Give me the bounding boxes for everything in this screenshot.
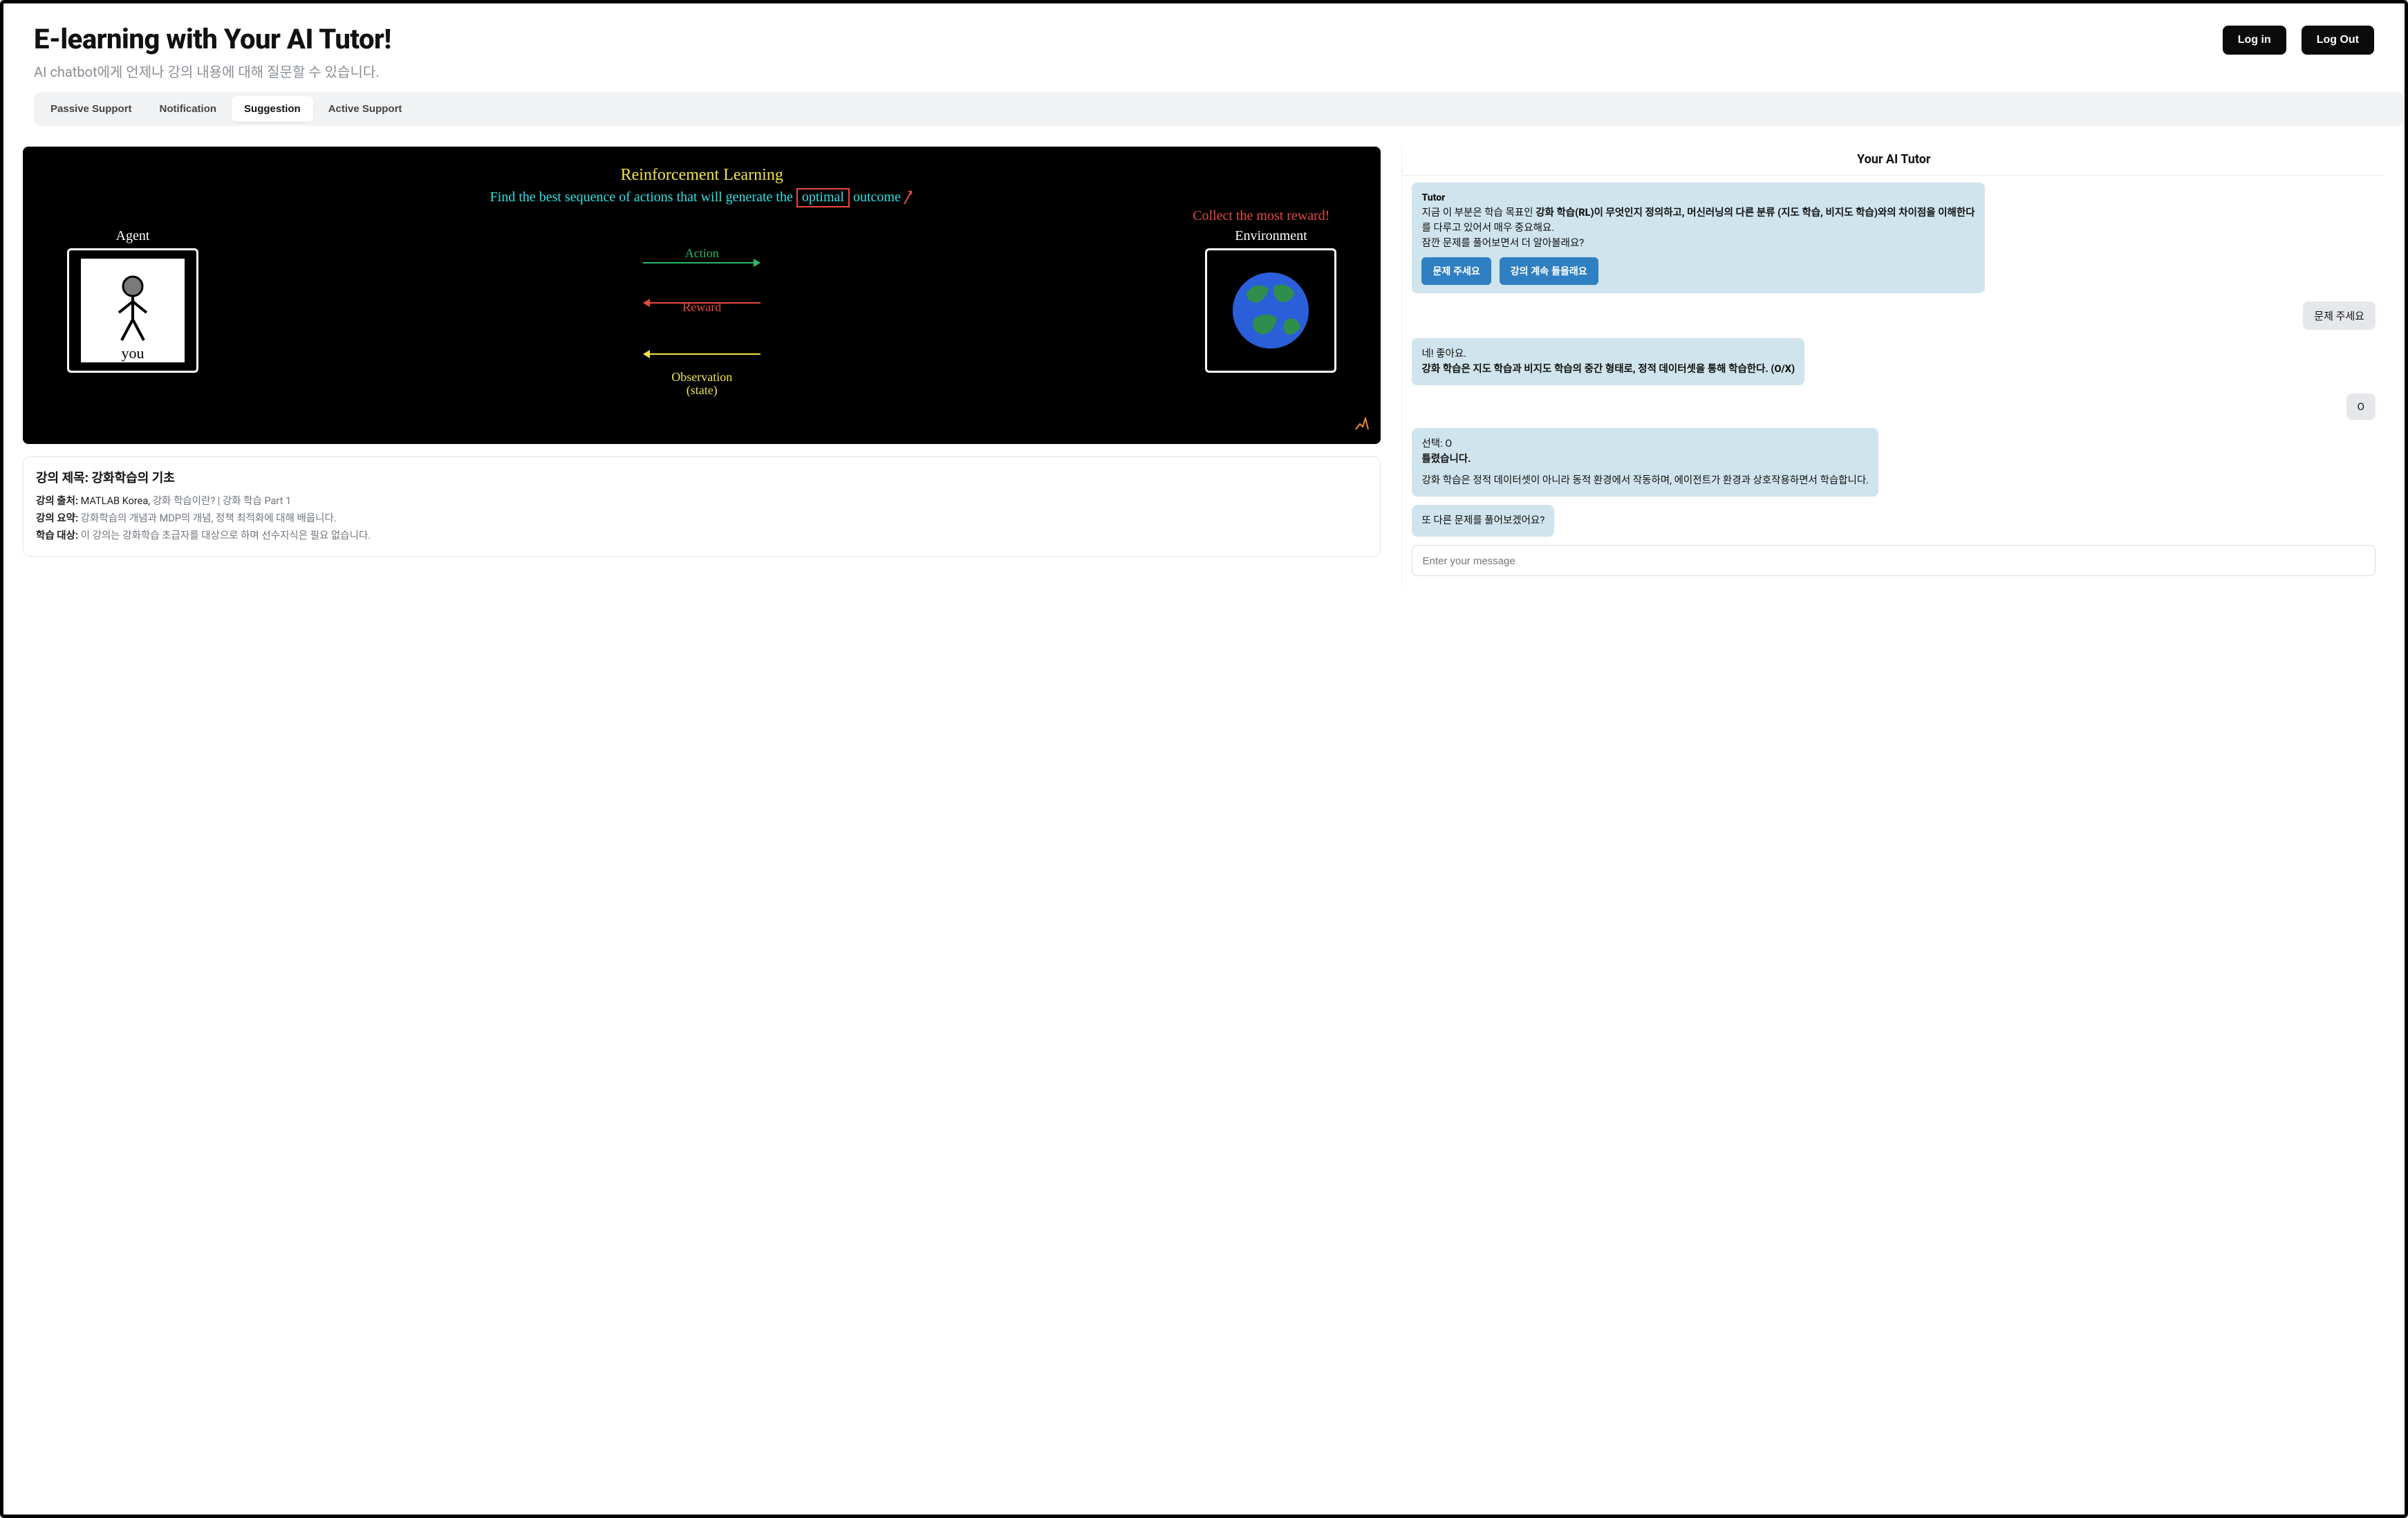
header: E-learning with Your AI Tutor! AI chatbo… [3,3,2405,81]
chat-text: 틀렸습니다. [1421,452,1869,467]
slide-main-prefix: Find the best sequence of actions that w… [490,189,796,205]
chat-message-tutor: 선택: O 틀렸습니다. 강화 학습은 정적 데이터셋이 아니라 동적 환경에서… [1412,428,1878,497]
chat-input[interactable] [1422,555,2365,567]
app-frame: E-learning with Your AI Tutor! AI chatbo… [0,0,2408,1518]
environment-label: Environment [1235,228,1307,244]
action-label: Action [685,246,719,261]
quick-reply-button[interactable]: 문제 주세요 [1421,257,1491,285]
slide-diagram: Agent yo [46,228,1357,373]
chat-text: 잠깐 문제를 풀어보면서 더 알아볼래요? [1421,236,1975,251]
tab-suggestion[interactable]: Suggestion [232,96,313,122]
slide-title: Reinforcement Learning [46,166,1357,185]
chat-text: 또 다른 문제를 풀어보겠어요? [1421,513,1544,528]
quick-replies: 문제 주세요 강의 계속 들을래요 [1421,257,1975,285]
quick-reply-button[interactable]: 강의 계속 들을래요 [1500,257,1598,285]
chat-sender: Tutor [1421,191,1975,205]
lecture-title: 강의 제목: 강화학습의 기초 [36,468,1368,486]
reward-label: Reward [682,300,721,315]
action-arrow: Action [643,248,760,278]
main-content: Reinforcement Learning Find the best seq… [3,126,2405,600]
diagram-arrows: Action Reward [643,248,760,372]
slide-main-boxed: optimal [796,188,850,207]
chat-message-user: 문제 주세요 [2303,302,2376,330]
lecture-source: 강의 출처: MATLAB Korea, 강화 학습이란? | 강화 학습 Pa… [36,493,1368,508]
matlab-logo-icon [1354,417,1370,436]
chat-message-tutor: Tutor 지금 이 부분은 학습 목표인 강화 학습(RL)이 무엇인지 정의… [1412,183,1984,293]
observation-label: Observation (state) [643,371,760,397]
environment-column: Environment [1205,228,1336,373]
chat-message-tutor: 네! 좋아요. 강화 학습은 지도 학습과 비지도 학습의 중간 형태로, 정적… [1412,338,1804,385]
lecture-column: Reinforcement Learning Find the best seq… [23,147,1381,586]
slide-red-note: Collect the most reward! [46,208,1357,224]
logout-button[interactable]: Log Out [2302,26,2374,55]
chat-scroll[interactable]: Tutor 지금 이 부분은 학습 목표인 강화 학습(RL)이 무엇인지 정의… [1402,176,2385,541]
chat-text: 를 다루고 있어서 매우 중요해요. [1421,221,1975,236]
slide-main-line: Find the best sequence of actions that w… [46,189,1357,205]
agent-label: Agent [116,228,150,244]
environment-box [1205,248,1336,373]
chat-text: 지금 이 부분은 학습 목표인 강화 학습(RL)이 무엇인지 정의하고, 머신… [1421,205,1975,221]
agent-inner: you [81,259,185,362]
page-subtitle: AI chatbot에게 언제나 강의 내용에 대해 질문할 수 있습니다. [34,61,391,81]
agent-you-label: you [122,344,144,362]
arrow-to-optimal-icon [902,189,914,205]
agent-column: Agent yo [67,228,198,373]
chat-input-row [1412,545,2376,576]
support-tabs: Passive Support Notification Suggestion … [34,92,2405,126]
login-button[interactable]: Log in [2223,26,2286,55]
reward-arrow: Reward [643,288,760,318]
lecture-summary: 강의 요약: 강화학습의 개념과 MDP의 개념, 정책 최적화에 대해 배웁니… [36,510,1368,525]
observation-arrow [643,339,760,369]
chat-text: 강화 학습은 지도 학습과 비지도 학습의 중간 형태로, 정적 데이터셋을 통… [1421,362,1795,377]
page-title: E-learning with Your AI Tutor! [34,23,391,55]
chat-panel: Your AI Tutor Tutor 지금 이 부분은 학습 목표인 강화 학… [1401,147,2385,586]
header-buttons: Log in Log Out [2223,26,2374,55]
lecture-slide[interactable]: Reinforcement Learning Find the best seq… [23,147,1381,444]
tab-notification[interactable]: Notification [147,96,230,122]
chat-text: 네! 좋아요. [1421,346,1795,362]
chat-text: 강화 학습은 정적 데이터셋이 아니라 동적 환경에서 작동하며, 에이전트가 … [1421,473,1869,488]
earth-icon [1226,266,1316,355]
slide-main-suffix: outcome [853,189,901,205]
agent-box: you [67,248,198,373]
lecture-audience: 학습 대상: 이 강의는 강화학습 초급자를 대상으로 하며 선수지식은 필요 … [36,528,1368,542]
lecture-info-card: 강의 제목: 강화학습의 기초 강의 출처: MATLAB Korea, 강화 … [23,456,1381,557]
header-left: E-learning with Your AI Tutor! AI chatbo… [34,23,391,81]
tab-passive-support[interactable]: Passive Support [38,96,144,122]
chat-message-tutor: 또 다른 문제를 풀어보겠어요? [1412,505,1554,537]
stick-figure-icon [112,274,153,343]
tab-active-support[interactable]: Active Support [316,96,415,122]
chat-text: 선택: O [1421,436,1869,452]
chat-panel-title: Your AI Tutor [1402,147,2385,176]
chat-message-user: O [2346,394,2376,420]
